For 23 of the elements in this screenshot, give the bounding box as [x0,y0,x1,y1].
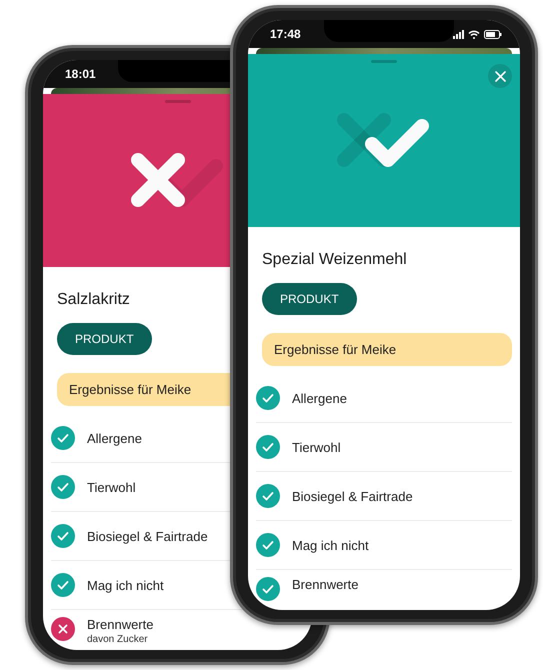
drag-handle[interactable] [164,100,190,103]
close-button[interactable] [488,64,512,88]
criterion-label: Biosiegel & Fairtrade [292,488,413,504]
status-time: 18:01 [65,67,96,81]
criterion-label: Brennwerte [292,577,358,592]
product-button[interactable]: PRODUKT [57,323,152,355]
status-time: 17:48 [270,27,301,41]
criterion-label: Tierwohl [292,440,341,454]
product-button[interactable]: PRODUKT [262,283,357,315]
signal-icon [453,30,464,38]
criterion-detail: davon Zucker [87,634,149,645]
drag-handle[interactable] [371,60,397,63]
criterion-label: Mag ich nicht [292,538,369,552]
criterion-label: Biosiegel & Fairtrade [87,528,208,544]
criterion-label: Brennwerte [87,617,154,632]
criterion-label: Tierwohl [87,480,136,494]
wifi-icon [468,30,480,38]
criterion-label: Mag ich nicht [87,578,164,592]
close-icon [494,70,506,82]
results-banner: Ergebnisse für Meike [262,333,512,366]
criterion-label: Allergene [87,430,142,446]
battery-icon [484,30,502,38]
product-name: Spezial Weizenmehl [262,251,408,269]
